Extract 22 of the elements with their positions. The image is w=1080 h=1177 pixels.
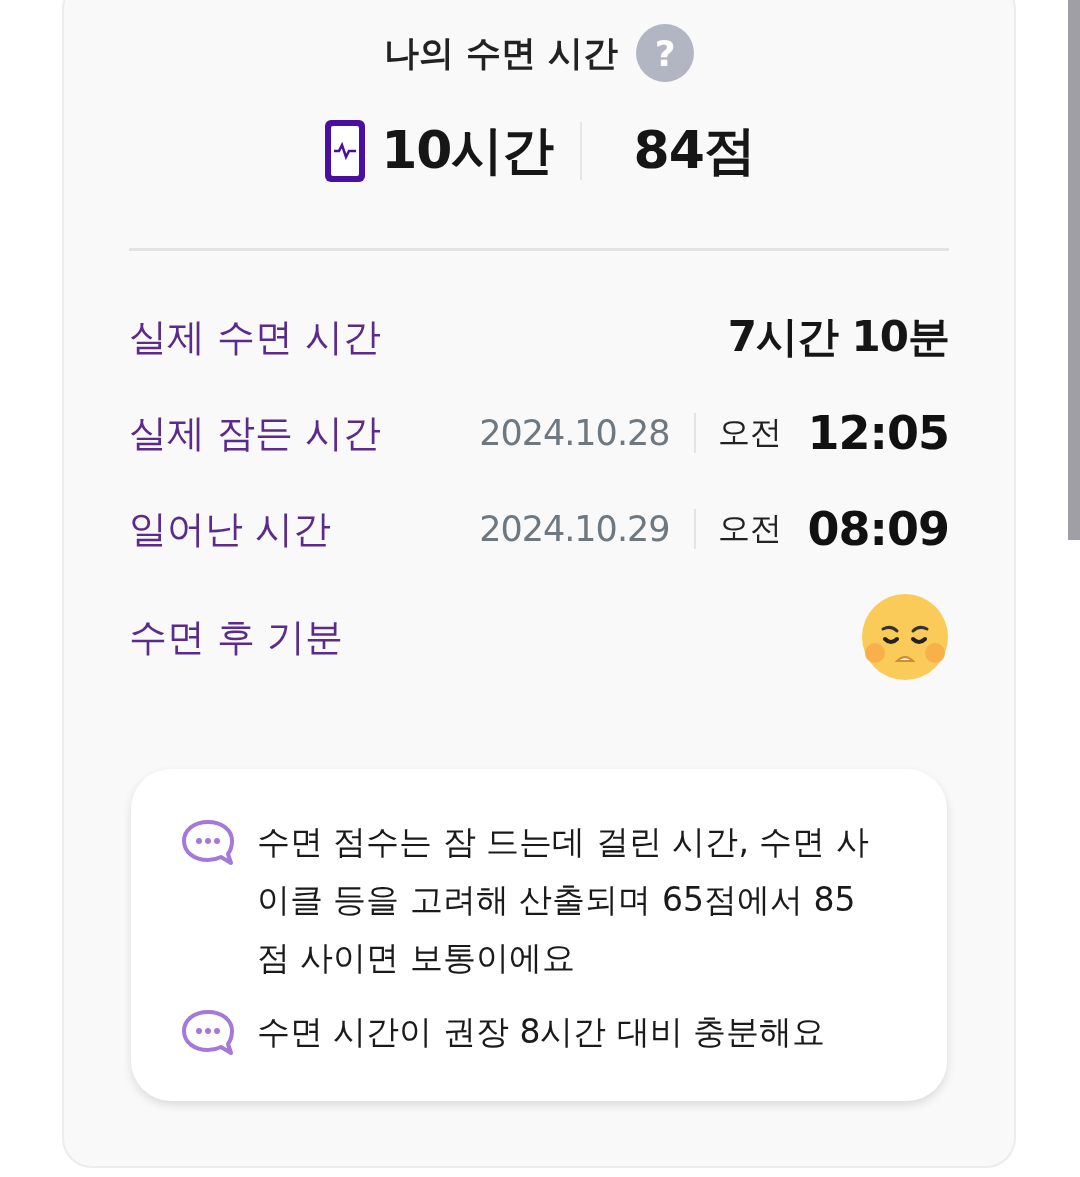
row-value: 7시간 10분 bbox=[727, 311, 949, 363]
row-label: 수면 후 기분 bbox=[129, 613, 344, 661]
chat-bubble-icon bbox=[181, 1009, 235, 1057]
sad-face-icon bbox=[861, 593, 949, 681]
note-text: 수면 시간이 권장 8시간 대비 충분해요 bbox=[257, 1011, 826, 1053]
help-button[interactable]: ? bbox=[636, 24, 695, 82]
card-title: 나의 수면 시간 bbox=[383, 31, 619, 75]
time-text: 08:09 bbox=[807, 502, 949, 556]
phone-heartbeat-icon bbox=[323, 118, 368, 184]
note-text: 수면 점수는 잠 드는데 걸린 시간, 수면 사이클 등을 고려해 산출되며 65점에서 85점 사이면 보통이에요 bbox=[257, 821, 870, 979]
meridiem-text: 오전 bbox=[717, 508, 782, 549]
chat-bubble-icon bbox=[181, 819, 235, 867]
row-label: 실제 잠든 시간 bbox=[129, 409, 382, 457]
date-text: 2024.10.28 bbox=[479, 413, 670, 453]
sleep-score: 84점 bbox=[633, 119, 755, 182]
time-text: 12:05 bbox=[807, 406, 949, 460]
meridiem-text: 오전 bbox=[717, 412, 782, 453]
row-label: 일어난 시간 bbox=[129, 505, 332, 553]
scrollbar[interactable] bbox=[1068, 0, 1080, 540]
row-label: 실제 수면 시간 bbox=[129, 313, 382, 361]
total-duration: 10시간 bbox=[381, 119, 554, 182]
date-text: 2024.10.29 bbox=[479, 509, 670, 549]
